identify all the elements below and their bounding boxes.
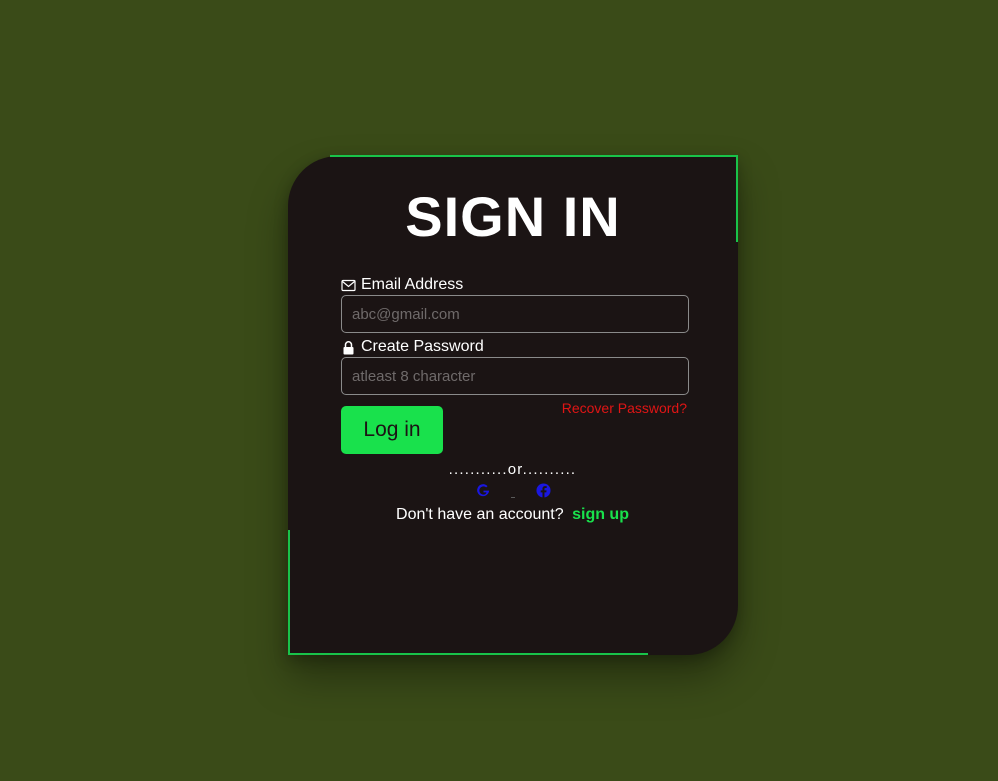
email-label-text: Email Address xyxy=(361,276,464,293)
facebook-icon[interactable] xyxy=(536,483,551,498)
card-accent-border-left xyxy=(288,530,290,655)
signup-prompt: Don't have an account? xyxy=(396,506,564,523)
google-icon[interactable] xyxy=(476,483,491,498)
social-separator xyxy=(511,497,515,498)
card-accent-border-bottom xyxy=(288,653,648,655)
or-divider: ...........or.......... xyxy=(448,461,577,478)
password-label-text: Create Password xyxy=(361,338,484,355)
signup-link[interactable]: sign up xyxy=(572,506,629,523)
login-button[interactable]: Log in xyxy=(341,406,443,454)
signup-row: Don't have an account? sign up xyxy=(340,505,685,525)
email-input[interactable] xyxy=(341,295,689,333)
email-label: Email Address xyxy=(341,275,463,295)
password-input[interactable] xyxy=(341,357,689,395)
envelope-icon xyxy=(341,278,356,293)
lock-icon xyxy=(341,340,356,355)
card-accent-border-top xyxy=(330,155,738,157)
password-label: Create Password xyxy=(341,337,484,357)
recover-password-link[interactable]: Recover Password? xyxy=(540,399,687,417)
page-title: SIGN IN xyxy=(405,185,621,248)
